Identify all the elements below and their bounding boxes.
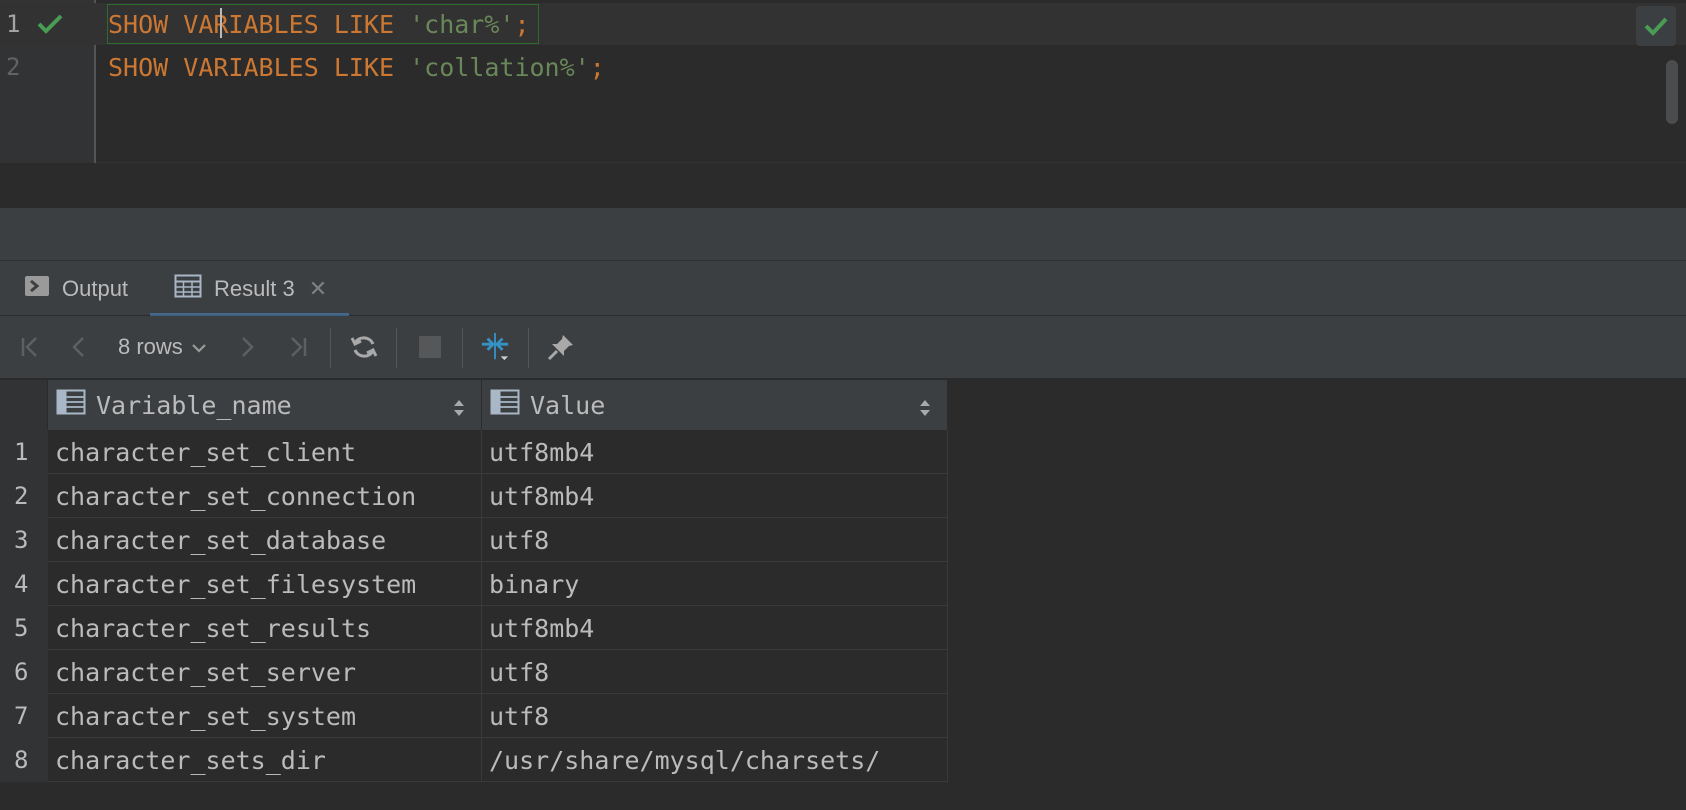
- close-icon[interactable]: ✕: [309, 276, 327, 302]
- table-row[interactable]: 3 character_set_database utf8: [0, 518, 948, 562]
- code-token-ws: [394, 10, 409, 39]
- code-token-ws: [168, 10, 183, 39]
- table-row[interactable]: 5 character_set_results utf8mb4: [0, 606, 948, 650]
- row-number[interactable]: 8: [0, 738, 48, 782]
- refresh-icon[interactable]: [349, 332, 379, 362]
- row-count-label: 8 rows: [118, 334, 183, 359]
- services-tabs: Output Result 3 ✕: [0, 260, 1686, 317]
- cell-value[interactable]: utf8: [482, 650, 948, 694]
- toolbar-separator: [396, 328, 397, 368]
- row-number[interactable]: 1: [0, 430, 48, 474]
- row-count-dropdown[interactable]: 8 rows: [118, 332, 207, 362]
- sql-editor[interactable]: 1 SHOW VARIABLES LIKE 'char%'; 2 SHOW VA…: [0, 0, 1686, 163]
- row-number[interactable]: 2: [0, 474, 48, 518]
- table-row[interactable]: 4 character_set_filesystem binary: [0, 562, 948, 606]
- code-token-ws: [319, 53, 334, 82]
- code-token-ws: [394, 53, 409, 82]
- code-token-punct: ;: [589, 53, 605, 82]
- compare-icon[interactable]: [480, 332, 510, 362]
- code-token-ws: [319, 10, 334, 39]
- code-token-kw: LIKE: [333, 10, 395, 39]
- cell-value[interactable]: utf8mb4: [482, 606, 948, 650]
- chevron-down-icon: [191, 334, 207, 360]
- column-header-label: Variable_name: [96, 390, 292, 420]
- table-icon: [174, 274, 202, 304]
- code-token-punct: ;: [514, 10, 530, 39]
- tab-result-3[interactable]: Result 3 ✕: [150, 261, 350, 317]
- previous-page-icon[interactable]: [64, 332, 94, 362]
- cell-variable-name[interactable]: character_set_server: [48, 650, 482, 694]
- cell-value[interactable]: utf8: [482, 518, 948, 562]
- last-page-icon[interactable]: [282, 332, 312, 362]
- column-header-value[interactable]: Value: [482, 380, 948, 430]
- next-page-icon[interactable]: [232, 332, 262, 362]
- cell-value[interactable]: /usr/share/mysql/charsets/: [482, 738, 948, 782]
- cell-value[interactable]: binary: [482, 562, 948, 606]
- sort-icon[interactable]: [453, 395, 465, 424]
- row-number[interactable]: 7: [0, 694, 48, 738]
- editor-scrollbar[interactable]: [1666, 60, 1678, 124]
- cell-value[interactable]: utf8: [482, 694, 948, 738]
- table-row[interactable]: 2 character_set_connection utf8mb4: [0, 474, 948, 518]
- cell-variable-name[interactable]: character_set_database: [48, 518, 482, 562]
- row-number[interactable]: 6: [0, 650, 48, 694]
- line-number: 2: [6, 53, 21, 81]
- console-icon: [24, 275, 50, 303]
- toolbar-separator: [528, 328, 529, 368]
- cell-value[interactable]: utf8mb4: [482, 474, 948, 518]
- code-token-kw: LIKE: [333, 53, 395, 82]
- table-row[interactable]: 6 character_set_server utf8: [0, 650, 948, 694]
- code-token-kw: SHOW: [108, 10, 169, 39]
- cell-variable-name[interactable]: character_set_filesystem: [48, 562, 482, 606]
- cell-variable-name[interactable]: character_set_connection: [48, 474, 482, 518]
- cell-variable-name[interactable]: character_set_results: [48, 606, 482, 650]
- row-number[interactable]: 4: [0, 562, 48, 606]
- column-icon: [490, 389, 520, 421]
- line-number: 1: [6, 10, 21, 38]
- check-icon: [36, 13, 64, 35]
- column-header-variable-name[interactable]: Variable_name: [48, 380, 482, 430]
- grid-corner[interactable]: [0, 380, 48, 430]
- editor-line-1[interactable]: 1 SHOW VARIABLES LIKE 'char%';: [0, 3, 1686, 45]
- code-token-kw: VARIABLES: [183, 10, 319, 39]
- code-token-kw: VARIABLES: [183, 53, 319, 82]
- column-header-label: Value: [530, 390, 606, 420]
- panel-splitter[interactable]: [0, 208, 1686, 260]
- sort-icon[interactable]: [919, 395, 931, 424]
- tab-output[interactable]: Output: [24, 261, 128, 316]
- check-icon: [1644, 17, 1668, 36]
- pin-icon[interactable]: [546, 332, 576, 362]
- toolbar-separator: [330, 328, 331, 368]
- code-token-str: 'collation%': [409, 53, 590, 82]
- cell-variable-name[interactable]: character_set_system: [48, 694, 482, 738]
- tab-output-label: Output: [62, 275, 129, 301]
- row-number[interactable]: 5: [0, 606, 48, 650]
- code-token-str: 'char%': [409, 10, 515, 39]
- table-row[interactable]: 7 character_set_system utf8: [0, 694, 948, 738]
- table-row[interactable]: 1 character_set_client utf8mb4: [0, 430, 948, 474]
- row-number[interactable]: 3: [0, 518, 48, 562]
- text-caret: [220, 8, 222, 38]
- cell-variable-name[interactable]: character_set_client: [48, 430, 482, 474]
- tab-result-label: Result 3: [214, 275, 295, 301]
- code-line-1[interactable]: SHOW VARIABLES LIKE 'char%';: [108, 10, 530, 39]
- code-token-kw: SHOW: [108, 53, 169, 82]
- first-page-icon[interactable]: [16, 332, 46, 362]
- column-icon: [56, 389, 86, 421]
- cell-value[interactable]: utf8mb4: [482, 430, 948, 474]
- stop-icon[interactable]: [415, 332, 445, 362]
- code-token-ws: [168, 53, 183, 82]
- editor-line-2[interactable]: 2 SHOW VARIABLES LIKE 'collation%';: [0, 46, 1686, 88]
- inspection-status-button[interactable]: [1636, 6, 1676, 46]
- result-toolbar: 8 rows: [0, 316, 1686, 379]
- code-line-2[interactable]: SHOW VARIABLES LIKE 'collation%';: [108, 53, 605, 82]
- table-row[interactable]: 8 character_sets_dir /usr/share/mysql/ch…: [0, 738, 948, 782]
- toolbar-separator: [462, 328, 463, 368]
- cell-variable-name[interactable]: character_sets_dir: [48, 738, 482, 782]
